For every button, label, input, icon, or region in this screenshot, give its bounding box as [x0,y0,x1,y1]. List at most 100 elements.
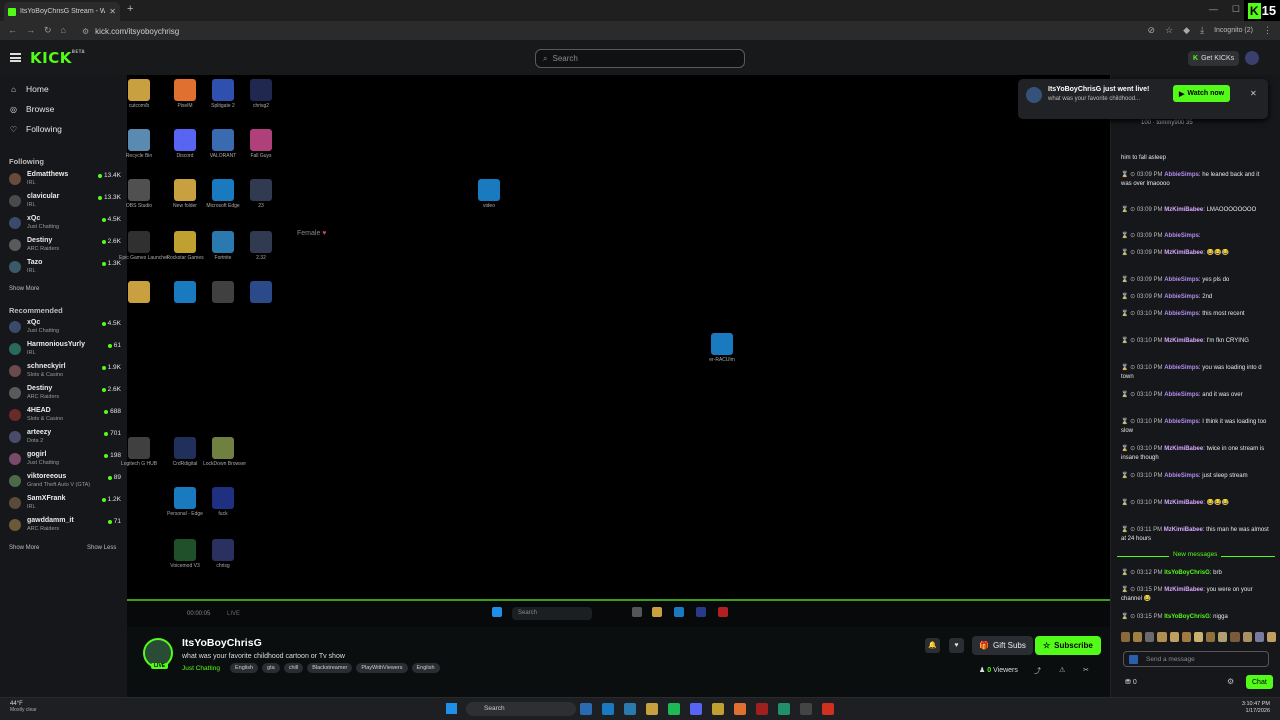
follow-heart-icon[interactable]: ♥ [949,638,964,653]
emote-icon[interactable] [1230,632,1240,642]
channel-item[interactable]: Tazo IRL 1.3K [9,258,121,278]
stream-tag[interactable]: chill [283,663,304,673]
stream-tag[interactable]: Blackstreamer [307,663,353,673]
video-player[interactable]: cutcom/b PixelM Splitgate 2 chrisg2 Recycle … [119,75,1110,599]
chat-username[interactable]: AbbieSimps [1164,473,1199,479]
channel-item[interactable]: SamXFrank IRL 1.2K [9,494,121,514]
minimize-icon[interactable]: — [1209,4,1218,15]
kick-emote-icon[interactable] [1129,655,1138,664]
channel-item[interactable]: HarmoniousYurly IRL 61 [9,340,121,360]
chat-username[interactable]: AbbieSimps [1164,172,1199,178]
emote-icon[interactable] [1181,632,1191,642]
edge-taskbar-icon[interactable] [602,703,614,715]
brave-taskbar-icon[interactable] [822,703,834,715]
streamer-name[interactable]: ItsYoBoyChrisG [182,637,262,649]
taskbar-search[interactable]: Search [466,702,576,716]
stream-tag[interactable]: English [411,663,440,673]
search-input[interactable]: ⌕ Search [535,49,745,68]
chat-username[interactable]: ItsYoBoyChrisG [1164,614,1210,620]
pixelm-taskbar-icon[interactable] [734,703,746,715]
chat-username[interactable]: MzKimiBabee [1164,446,1203,452]
channel-item[interactable]: xQc Just Chatting 4.5K [9,318,121,338]
url-field[interactable]: ⚙ kick.com/itsyoboychrisg [82,24,1042,38]
recommended-show-less[interactable]: Show Less [87,545,116,551]
edge2-taskbar-icon[interactable] [624,703,636,715]
site-info-icon[interactable]: ⚙ [82,27,89,36]
sidebar-item-following[interactable]: ♡ Following [9,124,62,134]
obs-taskbar-icon[interactable] [756,703,768,715]
channel-item[interactable]: gawddamm_it ARC Raiders 71 [9,516,121,536]
watch-now-button[interactable]: ▶ Watch now [1173,85,1231,102]
chat-send-button[interactable]: Chat [1246,675,1273,689]
close-icon[interactable]: ✕ [1250,89,1257,98]
channel-item[interactable]: arteezy Dota 2 701 [9,428,121,448]
channel-item[interactable]: schneckyirl Slots & Casino 1.9K [9,362,121,382]
app2-taskbar-icon[interactable] [778,703,790,715]
stream-tag[interactable]: PlayWithViewers [356,663,408,673]
chat-input[interactable]: Send a message [1123,651,1269,667]
emote-icon[interactable] [1218,632,1228,642]
chat-username[interactable]: MzKimiBabee [1164,207,1203,213]
chat-username[interactable]: MzKimiBabee [1164,500,1203,506]
chat-username[interactable]: MzKimiBabee [1164,587,1203,593]
chat-username[interactable]: AbbieSimps [1164,294,1199,300]
eye-off-icon[interactable]: ⊘ [1148,25,1156,36]
chat-username[interactable]: MzKimiBabee [1164,250,1203,256]
share-icon[interactable]: ⤴ [1034,666,1041,676]
browser-tab[interactable]: ItsYoBoyChrisG Stream - Watch ✕ [4,2,120,21]
menu-icon[interactable]: ⋮ [1263,25,1272,36]
windows-start-icon[interactable] [446,703,457,714]
bell-icon[interactable]: 🔔 [925,638,940,653]
get-kicks-button[interactable]: K Get KICKs [1188,51,1240,66]
emote-icon[interactable] [1206,632,1216,642]
forward-icon[interactable]: → [26,25,35,36]
emote-icon[interactable] [1193,632,1204,642]
report-flag-icon[interactable]: ⚠ [1059,666,1065,674]
clip-icon[interactable]: ✂ [1083,666,1089,674]
stream-tag[interactable]: gta [262,663,280,673]
app-taskbar-icon[interactable] [712,703,724,715]
reload-icon[interactable]: ↻ [44,25,52,36]
channel-item[interactable]: Destiny ARC Raiders 2.6K [9,384,121,404]
tab-close-icon[interactable]: ✕ [109,7,116,16]
channel-item[interactable]: viktoreeous Grand Theft Auto V (GTA) 89 [9,472,121,492]
channel-item[interactable]: clavicular IRL 13.3K [9,192,121,212]
chat-username[interactable]: AbbieSimps [1164,233,1199,239]
chat-username[interactable]: AbbieSimps [1164,392,1199,398]
channel-item[interactable]: xQc Just Chatting 4.5K [9,214,121,234]
taskbar-clock[interactable]: 3:10:47 PM 1/17/2026 [1242,701,1270,715]
emote-icon[interactable] [1145,632,1155,642]
new-tab-icon[interactable]: + [127,3,133,15]
emote-icon[interactable] [1157,632,1167,642]
recommended-show-more[interactable]: Show More [9,545,39,551]
following-show-more[interactable]: Show More [9,286,39,292]
incognito-label[interactable]: Incognito (2) [1214,27,1253,34]
stream-tag[interactable]: English [230,663,259,673]
star-icon[interactable]: ☆ [1165,25,1173,36]
chat-username[interactable]: MzKimiBabee [1164,338,1203,344]
channel-item[interactable]: Edmatthews IRL 13.4K [9,170,121,190]
emote-icon[interactable] [1266,632,1277,642]
emote-icon[interactable] [1121,632,1131,642]
back-icon[interactable]: ← [8,25,17,36]
maximize-icon[interactable]: ☐ [1232,4,1240,15]
stream-category[interactable]: Just Chatting [182,665,220,672]
chat-username[interactable]: ItsYoBoyChrisG [1164,570,1210,576]
emote-icon[interactable] [1254,632,1264,642]
emote-icon[interactable] [1169,632,1179,642]
chat-username[interactable]: AbbieSimps [1164,419,1199,425]
chat-username[interactable]: AbbieSimps [1164,311,1199,317]
folder-taskbar-icon[interactable] [646,703,658,715]
kick-logo[interactable]: KICKBETA [30,49,85,67]
home-browser-icon[interactable]: ⌂ [61,25,66,36]
download-icon[interactable]: ⤓ [1200,25,1204,36]
emote-icon[interactable] [1133,632,1143,642]
channel-item[interactable]: 4HEAD Slots & Casino 688 [9,406,121,426]
subscribe-button[interactable]: ☆ Subscribe [1035,636,1101,655]
gift-subs-button[interactable]: 🎁 Gift Subs [972,636,1033,655]
user-avatar[interactable] [1245,51,1259,65]
chat-username[interactable]: AbbieSimps [1164,365,1199,371]
channel-item[interactable]: gogirl Just Chatting 198 [9,450,121,470]
chat-settings-icon[interactable]: ⚙ [1227,677,1234,686]
sidebar-item-browse[interactable]: ◎ Browse [9,104,54,114]
